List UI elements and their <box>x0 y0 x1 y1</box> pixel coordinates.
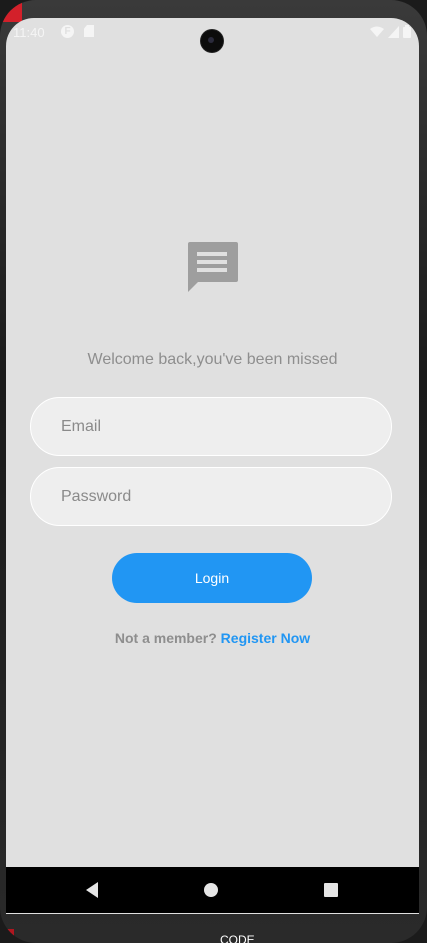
status-bar: 11:40 F <box>6 18 419 52</box>
bottom-caption: CODE <box>220 933 255 943</box>
password-input[interactable] <box>31 468 391 525</box>
email-field[interactable] <box>30 397 392 456</box>
app-screen: 11:40 F Welcome back,you've been missed … <box>6 18 419 914</box>
f-badge-icon: F <box>61 25 74 38</box>
register-row: Not a member? Register Now <box>6 630 419 646</box>
device-frame: 11:40 F Welcome back,you've been missed … <box>0 0 427 943</box>
password-field[interactable] <box>30 467 392 526</box>
front-camera <box>201 30 223 52</box>
system-nav-bar <box>6 867 419 913</box>
not-member-text: Not a member? <box>114 630 217 646</box>
sd-card-icon <box>84 25 94 37</box>
welcome-text: Welcome back,you've been missed <box>87 351 338 368</box>
battery-icon <box>403 25 411 38</box>
login-button[interactable]: Login <box>112 553 312 603</box>
message-icon <box>188 242 238 292</box>
status-time: 11:40 <box>13 25 45 40</box>
home-icon[interactable] <box>204 883 218 897</box>
recents-icon[interactable] <box>324 883 338 897</box>
status-icons-right <box>370 25 411 38</box>
email-input[interactable] <box>31 398 391 455</box>
signal-icon <box>388 25 399 38</box>
back-icon[interactable] <box>86 882 98 898</box>
register-now-link[interactable]: Register Now <box>221 630 310 646</box>
wifi-icon <box>370 26 384 37</box>
frame-corner-bottom-accent <box>0 929 14 943</box>
